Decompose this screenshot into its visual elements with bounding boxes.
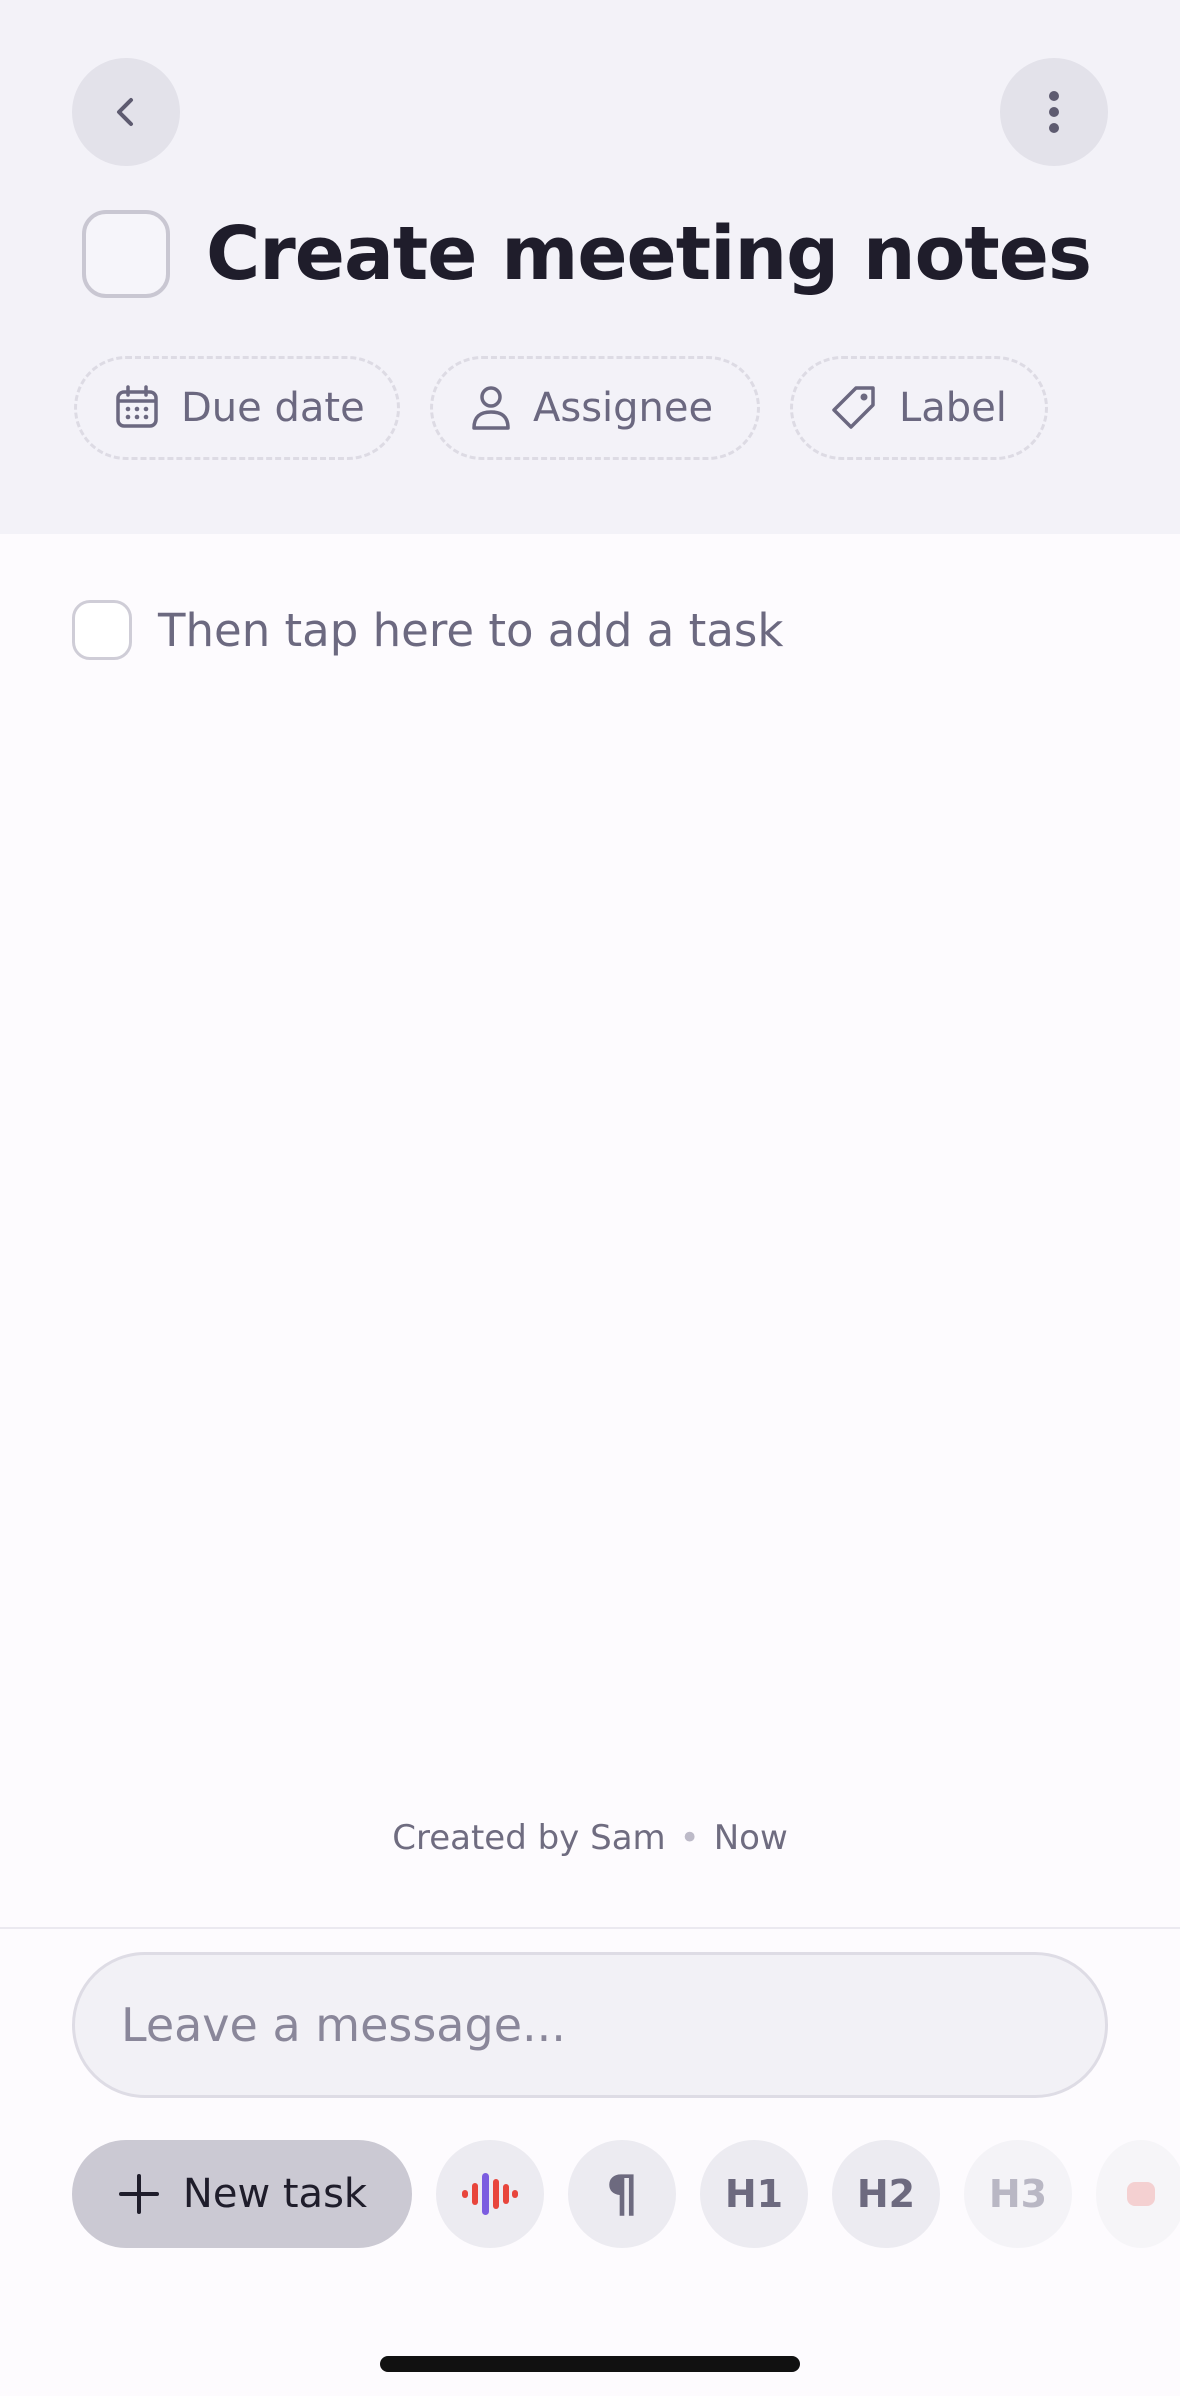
assignee-chip[interactable]: Assignee	[430, 356, 760, 460]
heading-2-button[interactable]: H2	[832, 2140, 940, 2248]
task-detail-screen: Create meeting notes Due date Assignee L…	[0, 0, 1180, 2396]
label-label: Label	[899, 385, 1007, 431]
title-row: Create meeting notes	[82, 210, 1092, 298]
assignee-label: Assignee	[533, 385, 714, 431]
created-by-text: Created by Sam	[392, 1818, 666, 1858]
voice-waveform-icon	[462, 2173, 518, 2215]
back-button[interactable]	[72, 58, 180, 166]
divider	[0, 1927, 1180, 1929]
add-task-placeholder[interactable]: Then tap here to add a task	[158, 604, 783, 657]
message-placeholder: Leave a message...	[121, 1998, 566, 2052]
due-date-label: Due date	[181, 385, 365, 431]
calendar-icon	[116, 385, 158, 428]
created-time: Now	[713, 1818, 788, 1858]
created-info: Created by Sam • Now	[0, 1818, 1180, 1858]
due-date-chip[interactable]: Due date	[74, 356, 400, 460]
new-task-button[interactable]: New task	[72, 2140, 412, 2248]
subtask-checkbox[interactable]	[72, 600, 132, 660]
new-task-label: New task	[182, 2171, 368, 2217]
home-indicator	[380, 2356, 800, 2372]
task-title[interactable]: Create meeting notes	[206, 211, 1092, 297]
person-icon	[472, 386, 510, 430]
more-tools-button[interactable]	[1096, 2140, 1180, 2248]
message-input[interactable]: Leave a message...	[72, 1952, 1108, 2098]
editor-toolbar: New task ¶ H1 H2 H3	[72, 2140, 1180, 2248]
label-chip[interactable]: Label	[790, 356, 1048, 460]
separator-dot: •	[679, 1818, 700, 1858]
heading-3-button[interactable]: H3	[964, 2140, 1072, 2248]
add-task-row[interactable]: Then tap here to add a task	[72, 600, 783, 660]
task-header: Create meeting notes Due date Assignee L…	[0, 0, 1180, 534]
plus-icon	[118, 2174, 159, 2214]
heading-1-button[interactable]: H1	[700, 2140, 808, 2248]
chevron-left-icon	[117, 98, 133, 126]
voice-button[interactable]	[436, 2140, 544, 2248]
tag-icon	[832, 386, 875, 429]
task-complete-checkbox[interactable]	[82, 210, 170, 298]
more-vertical-icon	[1049, 91, 1059, 133]
more-options-button[interactable]	[1000, 58, 1108, 166]
paragraph-button[interactable]: ¶	[568, 2140, 676, 2248]
property-chips: Due date Assignee Label	[74, 356, 1048, 460]
highlight-icon	[1127, 2182, 1155, 2206]
